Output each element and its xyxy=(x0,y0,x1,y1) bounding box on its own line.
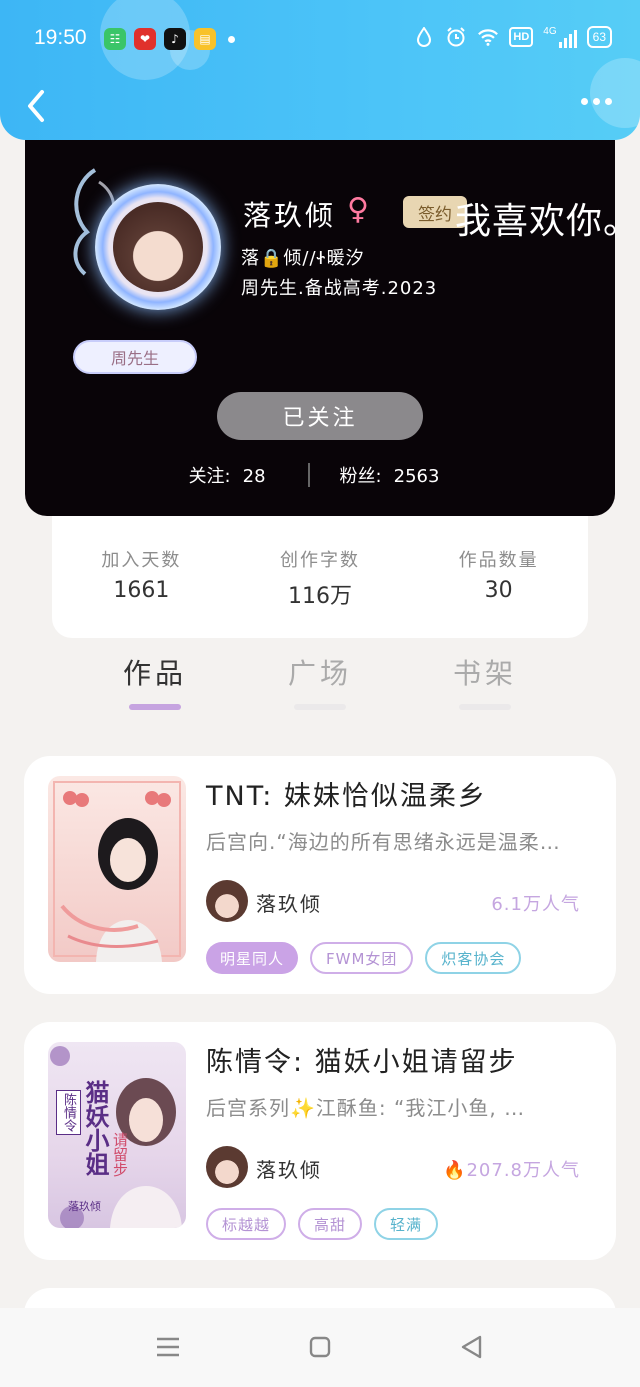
popularity-count: 6.1万人气 xyxy=(491,894,580,915)
stat-value: 116万 xyxy=(287,584,352,609)
work-card[interactable]: 陈情令 猫妖小姐 请留步 落玖倾 陈情令: 猫妖小姐请留步 后宫系列✨江酥鱼: … xyxy=(24,1022,616,1260)
tag-chip[interactable]: FWM女团 xyxy=(310,942,414,974)
status-indicators: HD 4G 63 xyxy=(413,26,612,48)
hd-indicator: HD xyxy=(509,27,534,47)
triangle-back-icon xyxy=(461,1335,482,1359)
following-stat[interactable]: 关注: 28 xyxy=(189,462,278,488)
battery-icon: 63 xyxy=(586,26,612,48)
work-description: 后宫向.“海边的所有思绪永远是温柔… xyxy=(206,830,561,854)
avatar-image xyxy=(113,202,203,292)
back-button[interactable] xyxy=(22,88,50,124)
follow-button[interactable]: 已关注 xyxy=(217,392,423,440)
tag-chip[interactable]: 明星同人 xyxy=(206,942,299,974)
network-type: 4G xyxy=(543,26,557,37)
tag-chip[interactable]: 轻满 xyxy=(374,1208,439,1240)
following-label: 关注: xyxy=(188,466,231,487)
work-description: 后宫系列✨江酥鱼: “我江小鱼, … xyxy=(206,1096,526,1120)
tag-list: 标越越 高甜 轻满 xyxy=(206,1208,439,1240)
author-name: 落玖倾 xyxy=(256,1158,322,1182)
fire-icon: 🔥 xyxy=(443,1160,467,1181)
avatar[interactable] xyxy=(65,162,225,322)
stat-join-days: 加入天数 1661 xyxy=(66,546,216,603)
book-cover-art xyxy=(53,781,181,962)
bio-line-1: 落🔒倾//Ꮠ暖汐 xyxy=(241,248,365,269)
home-square-icon xyxy=(309,1336,331,1358)
alarm-icon xyxy=(445,26,467,48)
menu-icon xyxy=(157,1337,179,1357)
more-dot-icon xyxy=(581,98,588,105)
tab-label: 书架 xyxy=(452,657,517,690)
water-drop-icon xyxy=(413,26,435,48)
tab-works[interactable]: 作品 xyxy=(100,652,210,712)
popularity-count: 🔥207.8万人气 xyxy=(443,1156,580,1182)
more-notifications-dot xyxy=(228,36,235,43)
stat-label: 作品数量 xyxy=(458,550,539,571)
more-options-button[interactable] xyxy=(581,98,612,105)
back-nav-button[interactable] xyxy=(456,1332,486,1362)
tag-chip[interactable]: 标越越 xyxy=(206,1208,287,1240)
chevron-left-icon xyxy=(28,90,44,122)
divider xyxy=(307,463,310,487)
profile-tabs: 作品 广场 书架 xyxy=(100,652,540,712)
menu-button[interactable] xyxy=(153,1332,183,1362)
tag-chip[interactable]: 高甜 xyxy=(298,1208,363,1240)
pinduoduo-icon: ❤ xyxy=(134,28,156,50)
tab-indicator xyxy=(459,704,511,710)
username: 落玖倾 xyxy=(243,199,337,232)
avatar-name-tag: 周先生 xyxy=(73,340,197,374)
stat-value: 1661 xyxy=(113,578,170,603)
reader-icon: ▤ xyxy=(194,28,216,50)
fans-stat[interactable]: 粉丝: 2563 xyxy=(340,462,452,488)
fans-count: 2563 xyxy=(393,466,440,487)
tab-label: 广场 xyxy=(287,657,352,690)
stat-label: 创作字数 xyxy=(279,550,360,571)
tab-bookshelf[interactable]: 书架 xyxy=(430,652,540,712)
follow-stats: 关注: 28 粉丝: 2563 xyxy=(25,462,615,488)
cover-title-2: 猫妖小姐 xyxy=(81,1080,109,1176)
stat-word-count: 创作字数 116万 xyxy=(245,546,395,610)
cover-author: 落玖倾 xyxy=(68,1200,101,1213)
stat-value: 30 xyxy=(484,578,513,603)
author-avatar xyxy=(206,880,248,922)
tab-square[interactable]: 广场 xyxy=(265,652,375,712)
profile-card: 周先生 落玖倾 ♀ 签约 我喜欢你。 落🔒倾//Ꮠ暖汐 周先生.备战高考.202… xyxy=(25,140,639,516)
following-count: 28 xyxy=(242,466,266,487)
more-dot-icon xyxy=(593,98,600,105)
wechat-icon: ☷ xyxy=(104,28,126,50)
stat-label: 加入天数 xyxy=(101,550,182,571)
tab-label: 作品 xyxy=(122,657,187,690)
stat-works-count: 作品数量 30 xyxy=(424,546,574,603)
wifi-icon xyxy=(477,26,499,48)
signal-icon: 4G xyxy=(543,26,577,48)
profile-motto: 我喜欢你。 xyxy=(455,201,640,242)
top-header: 19:50 ☷ ❤ ♪ ▤ HD 4G 63 xyxy=(0,0,640,140)
work-card[interactable]: TNT: 妹妹恰似温柔乡 后宫向.“海边的所有思绪永远是温柔… 落玖倾 6.1万… xyxy=(24,756,616,994)
female-icon: ♀ xyxy=(347,192,369,227)
book-cover[interactable]: 陈情令 猫妖小姐 请留步 落玖倾 xyxy=(48,1042,186,1228)
bio-line-2: 周先生.备战高考.2023 xyxy=(241,278,438,299)
author-stats-panel: 加入天数 1661 创作字数 116万 作品数量 30 xyxy=(52,516,588,638)
tab-indicator xyxy=(294,704,346,710)
more-dot-icon xyxy=(605,98,612,105)
home-button[interactable] xyxy=(305,1332,335,1362)
tag-list: 明星同人 FWM女团 炽客协会 xyxy=(206,942,522,974)
system-nav-bar xyxy=(0,1308,640,1387)
author-avatar xyxy=(206,1146,248,1188)
cover-title-3: 请留步 xyxy=(111,1132,129,1177)
status-time: 19:50 xyxy=(34,26,87,49)
tab-indicator xyxy=(129,704,181,710)
work-title: 陈情令: 猫妖小姐请留步 xyxy=(206,1047,518,1078)
decor-bubble xyxy=(590,58,640,128)
work-title: TNT: 妹妹恰似温柔乡 xyxy=(206,781,487,812)
author-name: 落玖倾 xyxy=(256,892,322,916)
book-cover[interactable] xyxy=(48,776,186,962)
tag-chip[interactable]: 炽客协会 xyxy=(425,942,522,974)
tiktok-icon: ♪ xyxy=(164,28,186,50)
fans-label: 粉丝: xyxy=(339,466,382,487)
popularity-value: 207.8万人气 xyxy=(466,1160,580,1181)
